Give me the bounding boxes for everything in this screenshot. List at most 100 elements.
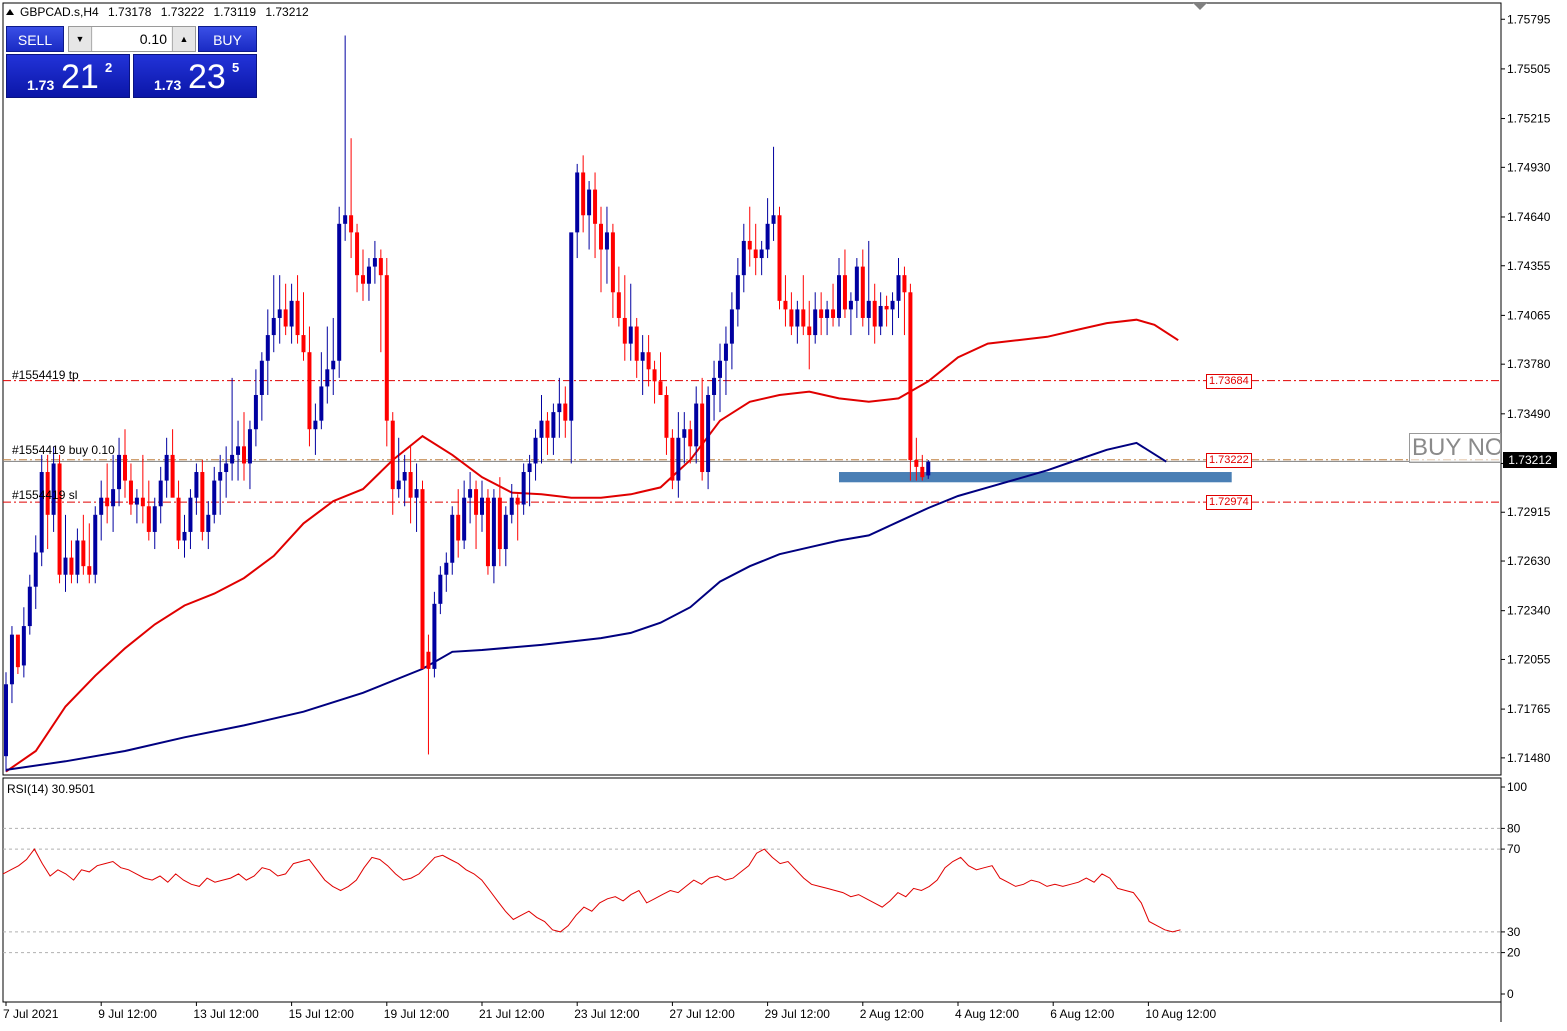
fast-moving-average-line	[5, 318, 1179, 773]
bullish-candle	[289, 300, 294, 327]
buy-button[interactable]: BUY	[198, 26, 257, 52]
bullish-candle	[444, 562, 449, 575]
sell-button[interactable]: SELL	[6, 26, 64, 52]
time-axis-label: 29 Jul 12:00	[765, 1007, 831, 1021]
tp-price-tag[interactable]: 1.73684	[1206, 374, 1252, 389]
chart-canvas[interactable]: 1.75795 1.75505 1.75215 1.74930 1.74640 1.743…	[0, 0, 1567, 1031]
bullish-candle	[319, 386, 324, 421]
bearish-candle	[860, 266, 865, 318]
bearish-candle	[105, 497, 110, 507]
time-axis-label: 6 Aug 12:00	[1050, 1007, 1114, 1021]
buy-price-button[interactable]: 1.73 23 5	[133, 54, 257, 98]
bullish-candle	[557, 403, 562, 413]
bearish-candle	[123, 454, 127, 481]
price-axis-label: 1.73780	[1507, 357, 1551, 371]
bearish-candle	[456, 514, 461, 541]
bearish-candle	[664, 394, 669, 438]
bearish-candle	[581, 172, 586, 216]
bearish-candle	[283, 309, 288, 327]
sl-price-tag[interactable]: 1.72974	[1206, 495, 1252, 510]
sell-price-pips: 21	[61, 58, 99, 96]
bearish-candle	[545, 420, 550, 438]
bullish-candle	[718, 360, 722, 378]
price-axis-label: 1.75215	[1507, 112, 1551, 126]
bearish-candle	[200, 472, 205, 532]
bullish-candle	[402, 472, 407, 481]
sl-order-label: #1554419 sl	[12, 488, 78, 502]
price-axis-label: 1.75505	[1507, 62, 1551, 76]
price-axis-label: 1.74065	[1507, 308, 1551, 322]
shift-marker-icon	[1193, 3, 1207, 10]
bearish-candle	[599, 223, 603, 250]
bearish-candle	[700, 403, 705, 473]
bearish-candle	[902, 275, 907, 293]
bullish-candle	[438, 574, 443, 604]
bearish-candle	[378, 258, 383, 276]
bullish-candle	[491, 497, 496, 567]
bearish-candle	[801, 309, 806, 327]
buy-now-button[interactable]: BUY NOW	[1409, 433, 1501, 463]
rsi-axis-label: 0	[1507, 987, 1514, 1001]
bullish-candle	[164, 454, 169, 481]
bearish-candle	[426, 651, 431, 669]
bullish-candle	[331, 360, 336, 370]
buy-price-prefix: 1.73	[154, 77, 182, 93]
lot-increase-icon[interactable]: ▲	[172, 27, 195, 51]
bullish-candle	[682, 429, 687, 438]
time-axis-label: 15 Jul 12:00	[289, 1007, 355, 1021]
sell-price-button[interactable]: 1.73 21 2	[6, 54, 130, 98]
bullish-candle	[99, 497, 104, 515]
bullish-candle	[372, 258, 377, 267]
rsi-axis-label: 100	[1507, 780, 1527, 794]
lot-decrease-icon[interactable]: ▼	[69, 27, 92, 51]
bullish-candle	[848, 300, 853, 310]
bullish-candle	[396, 480, 401, 490]
collapse-triangle-icon[interactable]	[6, 9, 14, 15]
bullish-candle	[450, 514, 455, 563]
bullish-candle	[337, 223, 342, 361]
bullish-candle	[825, 309, 830, 318]
low-value: 1.73119	[213, 5, 257, 19]
bearish-candle	[128, 480, 133, 505]
price-axis-label: 1.72630	[1507, 554, 1551, 568]
tp-order-label: #1554419 tp	[12, 368, 79, 382]
time-axis-label: 19 Jul 12:00	[384, 1007, 450, 1021]
bullish-candle	[432, 603, 437, 669]
lot-size-input[interactable]: 0.10	[93, 27, 171, 51]
bullish-candle	[4, 684, 8, 757]
bearish-candle	[170, 454, 175, 498]
time-axis-label: 2 Aug 12:00	[860, 1007, 924, 1021]
buy-order-label: #1554419 buy 0.10	[12, 443, 115, 457]
bullish-candle	[765, 223, 770, 250]
bearish-candle	[872, 300, 877, 327]
bearish-candle	[753, 249, 758, 259]
bearish-candle	[361, 275, 365, 284]
bearish-candle	[884, 305, 889, 310]
bullish-candle	[182, 531, 187, 541]
bearish-candle	[497, 497, 502, 550]
bullish-candle	[926, 461, 931, 476]
bearish-candle	[515, 497, 520, 505]
bullish-candle	[158, 480, 163, 507]
time-axis-label: 27 Jul 12:00	[669, 1007, 735, 1021]
bullish-candle	[194, 472, 199, 498]
time-axis-label: 10 Aug 12:00	[1145, 1007, 1216, 1021]
bullish-candle	[587, 189, 592, 216]
bearish-candle	[831, 309, 836, 318]
bearish-candle	[610, 232, 615, 293]
bearish-candle	[390, 420, 395, 490]
bullish-candle	[271, 317, 276, 336]
price-axis-label: 1.73490	[1507, 407, 1551, 421]
bearish-candle	[652, 369, 657, 382]
entry-price-tag[interactable]: 1.73222	[1206, 453, 1252, 468]
bearish-candle	[658, 381, 663, 395]
bullish-candle	[795, 309, 800, 327]
bullish-candle	[265, 335, 270, 361]
time-axis-label: 4 Aug 12:00	[955, 1007, 1019, 1021]
time-axis-label: 21 Jul 12:00	[479, 1007, 545, 1021]
bullish-candle	[813, 309, 818, 336]
lot-size-stepper[interactable]: ▼ 0.10 ▲	[68, 26, 196, 52]
price-axis-label: 1.72915	[1507, 505, 1551, 519]
bullish-candle	[509, 497, 514, 515]
bearish-candle	[593, 189, 598, 224]
